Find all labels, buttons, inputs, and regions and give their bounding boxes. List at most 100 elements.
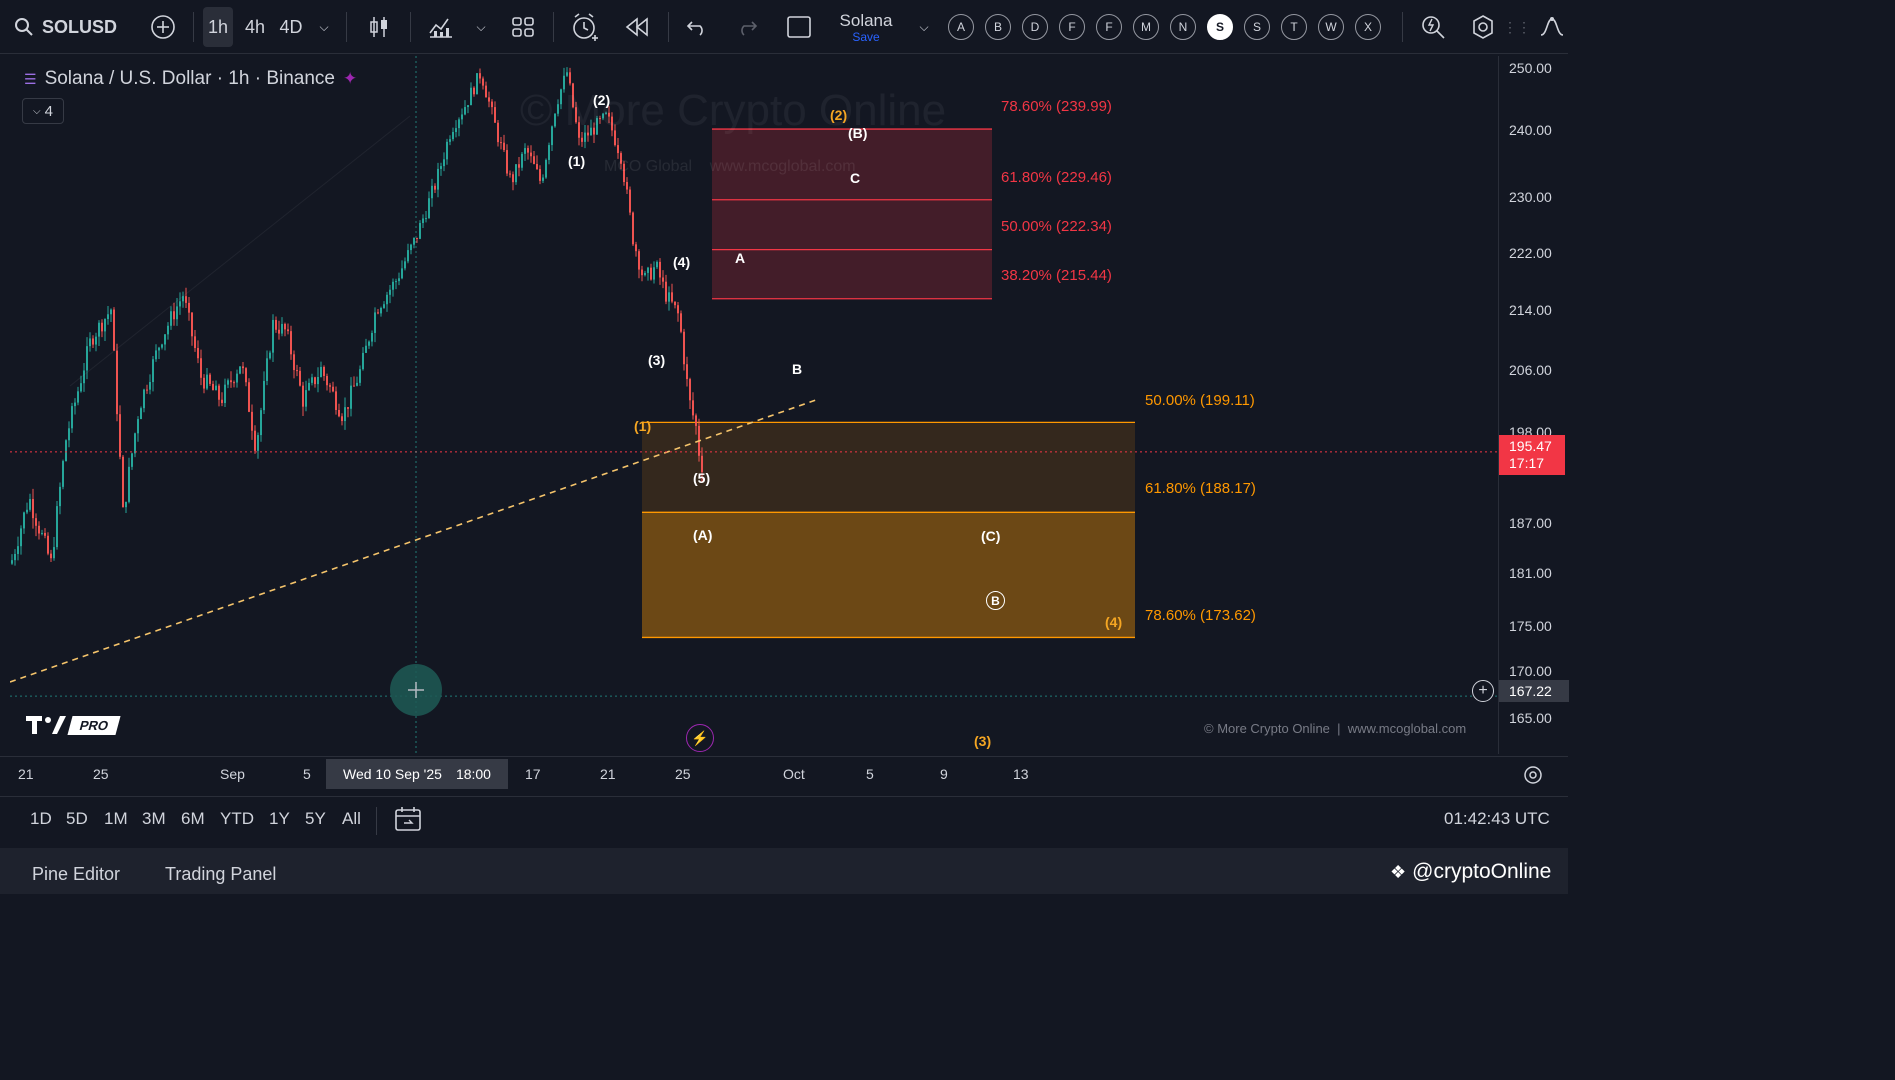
tradingview-logo[interactable]: PRO [26, 714, 121, 736]
wave-label-4[interactable]: (4) [673, 254, 690, 270]
wave-label-orange-4[interactable]: (4) [1105, 614, 1122, 630]
range-button-ytd[interactable]: YTD [220, 809, 254, 829]
candle-body [326, 376, 328, 386]
candle-body [137, 419, 139, 434]
wave-label-3[interactable]: (3) [648, 352, 665, 368]
utc-clock[interactable]: 01:42:43 UTC [1444, 809, 1550, 829]
wave-label-b-circle[interactable]: B [986, 591, 1005, 610]
alert-letter-button-10[interactable]: W [1318, 14, 1344, 40]
legend-title: Solana / U.S. Dollar · 1h · Binance [44, 68, 335, 89]
quick-search-button[interactable] [1418, 0, 1448, 54]
pine-editor-tab[interactable]: Pine Editor [32, 864, 120, 885]
range-button-1m[interactable]: 1M [104, 809, 128, 829]
alert-letter-button-1[interactable]: B [985, 14, 1011, 40]
plus-icon [408, 682, 424, 698]
replay-button[interactable] [620, 0, 654, 54]
price-axis[interactable]: 250.00 240.00 230.00 222.00 214.00 206.00 198.… [1498, 56, 1569, 754]
range-button-5y[interactable]: 5Y [305, 809, 326, 829]
wave-label-b-paren[interactable]: (B) [848, 125, 867, 141]
fib-upper-786: 78.60% (239.99) [1001, 98, 1112, 115]
alert-letter-button-6[interactable]: N [1170, 14, 1196, 40]
wave-label-2[interactable]: (2) [593, 92, 610, 108]
range-button-1d[interactable]: 1D [30, 809, 52, 829]
wave-label-b[interactable]: B [792, 361, 802, 377]
candle-body [488, 97, 490, 102]
layout-dropdown[interactable]: ⌵ [914, 0, 934, 54]
interval-dropdown[interactable]: ⌵ [314, 0, 334, 54]
indicators-button[interactable] [426, 0, 456, 54]
interval-4h[interactable]: 4h [240, 0, 270, 54]
crosshair-date: Wed 10 Sep '25 [343, 766, 442, 782]
fib-upper-382: 38.20% (215.44) [1001, 267, 1112, 284]
alert-letter-button-0[interactable]: A [948, 14, 974, 40]
time-label: 5 [303, 766, 311, 782]
alert-letter-button-3[interactable]: F [1059, 14, 1085, 40]
trading-panel-tab[interactable]: Trading Panel [165, 864, 276, 885]
range-button-6m[interactable]: 6M [181, 809, 205, 829]
publish-button[interactable] [1538, 0, 1566, 54]
range-button-all[interactable]: All [342, 809, 361, 829]
range-button-5d[interactable]: 5D [66, 809, 88, 829]
layouts-button[interactable] [508, 0, 538, 54]
wave-label-orange-1[interactable]: (1) [634, 418, 651, 434]
wave-label-c[interactable]: C [850, 170, 860, 186]
chart-pane[interactable]: ☰ Solana / U.S. Dollar · 1h · Binance ✦ … [10, 56, 1498, 754]
time-label: 13 [1013, 766, 1029, 782]
axis-settings-button[interactable] [1522, 764, 1544, 791]
fullscreen-button[interactable] [784, 0, 814, 54]
candle-body [473, 87, 475, 95]
candle-body [389, 289, 391, 295]
alert-letter-button-11[interactable]: X [1355, 14, 1381, 40]
indicators-collapse-button[interactable]: ⌵ 4 [22, 98, 64, 124]
candle-body [656, 261, 658, 268]
wave-label-orange-2[interactable]: (2) [830, 107, 847, 123]
events-marker[interactable]: ⚡ [686, 724, 714, 752]
candle-body [638, 251, 640, 270]
compare-add-button[interactable] [146, 0, 180, 54]
candle-body [569, 72, 571, 84]
wave-label-5[interactable]: (5) [693, 470, 710, 486]
range-button-1y[interactable]: 1Y [269, 809, 290, 829]
candle-body [44, 532, 46, 536]
alert-letter-button-9[interactable]: T [1281, 14, 1307, 40]
crosshair-add-button[interactable] [390, 664, 442, 716]
wave-label-1[interactable]: (1) [568, 153, 585, 169]
candle-body [152, 359, 154, 383]
share-icon[interactable]: ✦ [343, 69, 357, 89]
candle-body [338, 410, 340, 417]
indicators-dropdown[interactable]: ⌵ [472, 0, 490, 54]
layout-name-button[interactable]: Solana Save [828, 0, 904, 54]
time-axis[interactable]: 21 25 Sep 5 17 21 25 Oct 5 9 13 Wed 10 Sep '25 18:… [0, 756, 1568, 792]
candle-body [71, 406, 73, 429]
alert-letter-button-2[interactable]: D [1022, 14, 1048, 40]
alert-letter-button-7[interactable]: S [1207, 14, 1233, 40]
range-button-3m[interactable]: 3M [142, 809, 166, 829]
alert-letter-button-4[interactable]: F [1096, 14, 1122, 40]
alert-button[interactable] [568, 0, 602, 54]
candle-body [260, 410, 262, 436]
candle-body [425, 218, 427, 220]
candle-body [677, 305, 679, 314]
alert-letter-button-8[interactable]: S [1244, 14, 1270, 40]
time-label: 17 [525, 766, 541, 782]
wave-label-orange-3[interactable]: (3) [974, 733, 991, 749]
interval-4d[interactable]: 4D [276, 0, 306, 54]
wave-label-a-paren[interactable]: (A) [693, 527, 712, 543]
goto-date-button[interactable] [394, 805, 422, 838]
candle-body [314, 377, 316, 385]
redo-button[interactable] [732, 0, 762, 54]
add-price-alert-button[interactable]: + [1472, 680, 1494, 702]
wave-label-a[interactable]: A [735, 250, 745, 266]
wave-label-c-paren[interactable]: (C) [981, 528, 1000, 544]
candle-body [497, 122, 499, 143]
interval-1h[interactable]: 1h [203, 7, 233, 47]
undo-button[interactable] [682, 0, 712, 54]
settings-button[interactable] [1468, 0, 1498, 54]
candle-body [689, 379, 691, 401]
symbol-search[interactable]: SOLUSD [14, 0, 124, 54]
candle-body [296, 370, 298, 372]
drag-handle[interactable]: ⋮⋮ [1503, 0, 1531, 54]
date-range-bar: 1D 5D 1M 3M 6M YTD 1Y 5Y All 01:42:43 UTC [0, 796, 1568, 842]
chart-type-button[interactable] [364, 0, 394, 54]
alert-letter-button-5[interactable]: M [1133, 14, 1159, 40]
